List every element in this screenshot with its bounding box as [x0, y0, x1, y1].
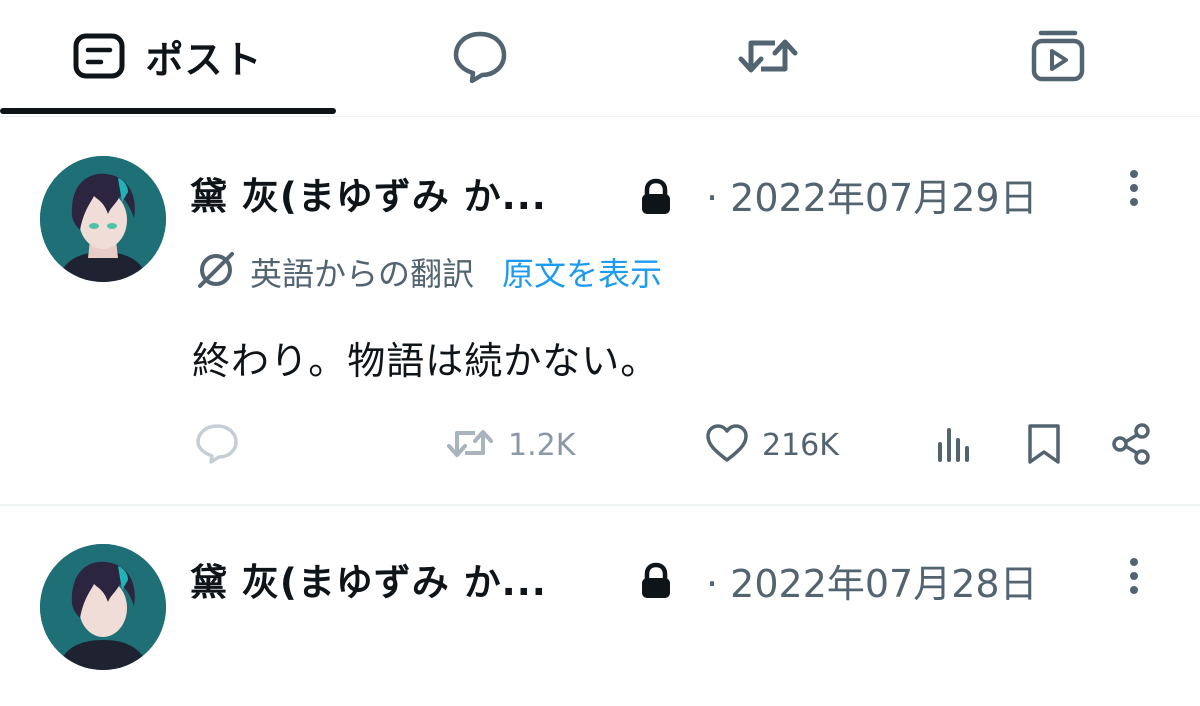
like-count: 216K	[762, 427, 839, 463]
tab-reposts[interactable]	[688, 0, 848, 112]
views-icon	[934, 422, 974, 468]
post-date[interactable]: · 2022年07月28日	[706, 553, 1038, 608]
bookmark-button[interactable]	[1024, 422, 1064, 470]
lock-icon	[638, 178, 674, 220]
reply-icon	[194, 422, 240, 470]
views-button[interactable]	[934, 422, 974, 468]
speech-bubble-icon	[450, 29, 510, 83]
post-icon	[73, 33, 125, 79]
more-vertical-icon[interactable]	[1124, 168, 1144, 212]
tab-replies[interactable]	[400, 0, 560, 112]
display-name[interactable]: 黛 灰(まゆずみ か...	[190, 166, 547, 220]
like-button[interactable]: 216K	[704, 422, 839, 468]
display-name[interactable]: 黛 灰(まゆずみ か...	[190, 552, 547, 606]
active-tab-indicator	[0, 108, 336, 114]
translation-label: 英語からの翻訳	[250, 255, 475, 293]
profile-tabs: ポスト	[0, 0, 1200, 117]
post[interactable]: 黛 灰(まゆずみ か... · 2022年07月28日	[0, 506, 1200, 706]
more-vertical-icon[interactable]	[1124, 556, 1144, 600]
media-icon	[1029, 28, 1087, 84]
share-button[interactable]	[1110, 422, 1154, 470]
tab-media[interactable]	[978, 0, 1138, 112]
repost-count: 1.2K	[508, 427, 576, 463]
share-icon	[1110, 422, 1154, 470]
tab-posts[interactable]: ポスト	[0, 0, 336, 114]
tab-posts-label: ポスト	[145, 37, 263, 82]
avatar[interactable]	[40, 156, 166, 282]
post-date[interactable]: · 2022年07月29日	[706, 167, 1038, 222]
translation-row: 英語からの翻訳 原文を表示	[196, 250, 662, 294]
heart-icon	[704, 422, 750, 468]
bookmark-icon	[1024, 422, 1064, 470]
post[interactable]: 黛 灰(まゆずみ か... · 2022年07月29日 英語からの翻訳 原文を表…	[0, 116, 1200, 506]
post-text: 終わり。物語は続かない。	[192, 339, 660, 383]
repost-icon	[444, 422, 496, 468]
reply-button[interactable]	[194, 422, 240, 470]
repost-button[interactable]: 1.2K	[444, 422, 575, 468]
repost-icon	[735, 29, 801, 83]
lock-icon	[638, 562, 674, 604]
show-original-link[interactable]: 原文を表示	[502, 249, 662, 295]
translate-icon	[196, 250, 236, 294]
avatar[interactable]	[40, 544, 166, 670]
